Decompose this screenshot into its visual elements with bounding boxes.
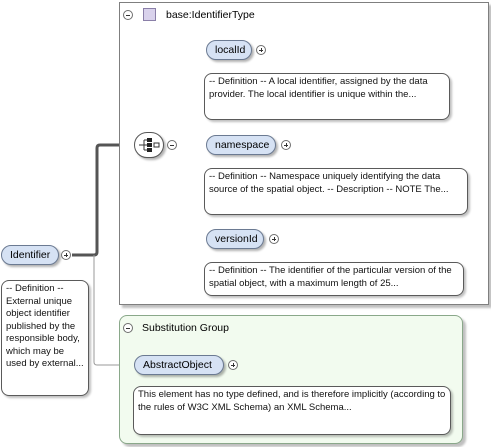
element-localid-documentation: -- Definition -- A local identifier, ass… bbox=[204, 73, 450, 120]
element-versionid[interactable]: versionId bbox=[206, 229, 264, 249]
collapse-icon[interactable] bbox=[123, 10, 133, 20]
expand-icon[interactable] bbox=[269, 234, 279, 244]
sequence-compositor-icon[interactable] bbox=[134, 132, 164, 158]
collapse-icon[interactable] bbox=[167, 140, 177, 150]
sequence-glyph bbox=[139, 138, 160, 152]
element-namespace[interactable]: namespace bbox=[206, 135, 276, 155]
element-versionid-documentation: -- Definition -- The identifier of the p… bbox=[204, 262, 464, 296]
expand-icon[interactable] bbox=[256, 45, 266, 55]
substitution-group-title: Substitution Group bbox=[142, 322, 229, 334]
type-box bbox=[119, 2, 489, 305]
root-element-identifier[interactable]: Identifier bbox=[1, 245, 59, 265]
element-abstractobject-documentation: This element has no type defined, and is… bbox=[133, 386, 451, 435]
element-localid[interactable]: localId bbox=[206, 40, 252, 60]
root-element-documentation: -- Definition -- External unique object … bbox=[1, 280, 89, 396]
element-namespace-documentation: -- Definition -- Namespace uniquely iden… bbox=[204, 168, 468, 215]
type-title: base:IdentifierType bbox=[166, 9, 255, 21]
expand-icon[interactable] bbox=[281, 140, 291, 150]
element-abstractobject[interactable]: AbstractObject bbox=[134, 355, 224, 375]
collapse-icon[interactable] bbox=[123, 323, 133, 333]
expand-icon[interactable] bbox=[228, 360, 238, 370]
type-square-icon bbox=[143, 8, 156, 21]
expand-icon[interactable] bbox=[61, 250, 71, 260]
